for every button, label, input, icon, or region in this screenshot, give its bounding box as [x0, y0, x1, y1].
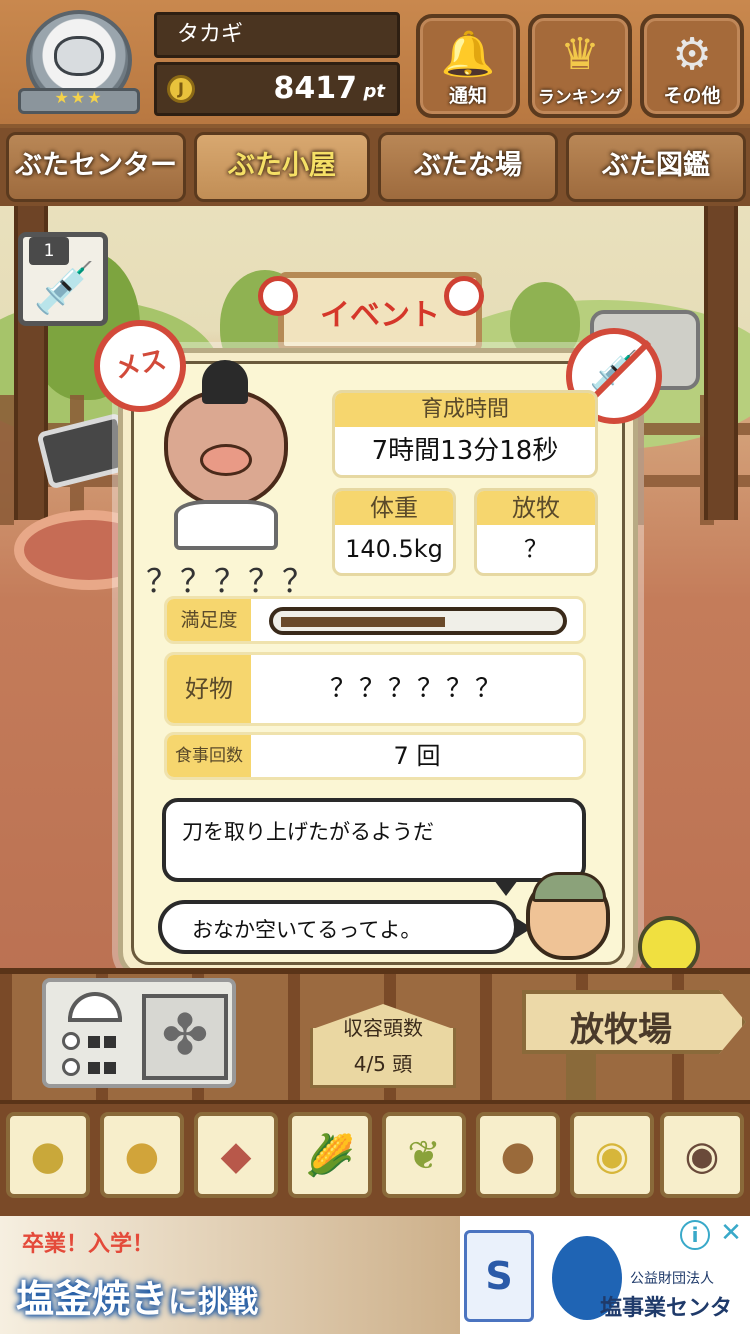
points-unit: pt [363, 81, 386, 102]
capacity-label: 収容頭数 [343, 1016, 423, 1040]
tab-pig-barn[interactable]: ぶた小屋 [194, 132, 370, 202]
knob-icon [62, 1032, 80, 1050]
mixed-grain-icon: ● [124, 1133, 160, 1179]
pig-collar [174, 500, 278, 550]
pig-snout [200, 444, 252, 476]
control-dials [58, 992, 134, 1080]
acorn-icon: ● [500, 1133, 536, 1179]
indicator-light [104, 1036, 116, 1048]
pig-face-icon [54, 36, 104, 76]
pig-comment-bubble: 刀を取り上げたがるようだ [162, 798, 586, 896]
weight-label: 体重 [335, 491, 453, 525]
food-slot[interactable]: ● [476, 1112, 560, 1198]
pasture-sign-label: 放牧場 [570, 1010, 672, 1050]
favorite-value: ？？？？？？ [329, 674, 504, 704]
tab-pig-plaza[interactable]: ぶたな場 [378, 132, 558, 202]
ad-info-icon[interactable]: i [680, 1220, 710, 1250]
points-value: 8417 [273, 71, 358, 106]
ad-headline: 塩釜焼きに挑戦 [16, 1268, 258, 1323]
meals-value: 7 回 [393, 742, 441, 770]
rose-decoration [444, 276, 484, 316]
meatball-plate-icon: ◉ [684, 1133, 720, 1179]
fan-icon: ✤ [142, 994, 228, 1080]
ranking-button[interactable]: ♛ ランキング [528, 14, 632, 118]
ranking-label: ランキング [537, 88, 623, 108]
food-slot[interactable]: ◆ [194, 1112, 278, 1198]
salt-pack-icon: S [464, 1230, 534, 1322]
grazing-field: 放牧 ？ [474, 488, 598, 576]
food-slot[interactable]: ❦ [382, 1112, 466, 1198]
crown-icon: ♛ [560, 29, 600, 80]
notification-label: 通知 [448, 85, 487, 107]
indicator-light [88, 1036, 100, 1048]
grazing-value: ？ [524, 535, 548, 563]
satisfaction-label: 満足度 [167, 599, 251, 641]
grazing-label: 放牧 [477, 491, 595, 525]
food-slot[interactable]: ● [100, 1112, 184, 1198]
coin-icon: J [167, 75, 195, 103]
grain-plate-icon: ◉ [594, 1133, 630, 1179]
soybean-icon: ❦ [407, 1133, 441, 1179]
player-name: タカギ [154, 12, 400, 58]
barn-control-panel[interactable]: ✤ [42, 978, 236, 1088]
tab-pig-encyclopedia[interactable]: ぶた図鑑 [566, 132, 746, 202]
weight-value: 140.5kg [345, 535, 443, 563]
ad-close-icon[interactable]: ✕ [716, 1218, 746, 1248]
food-slot[interactable]: 🌽 [288, 1112, 372, 1198]
grain-pile-icon: ● [30, 1133, 66, 1179]
growth-time-label: 育成時間 [335, 393, 595, 427]
pasture-sign-button[interactable]: 放牧場 [522, 990, 746, 1054]
notification-button[interactable]: 🔔 通知 [416, 14, 520, 118]
pig-portrait [150, 360, 300, 550]
main-nav: ぶたセンター ぶた小屋 ぶたな場 ぶた図鑑 [0, 128, 750, 206]
sweet-potato-icon: ◆ [220, 1133, 252, 1179]
growth-time-value: 7時間13分18秒 [371, 436, 559, 466]
meals-label: 食事回数 [167, 735, 251, 777]
weight-field: 体重 140.5kg [332, 488, 456, 576]
satisfaction-fill [281, 617, 445, 627]
farmer-speech-bubble: おなか空いてるってよ。 [158, 900, 532, 954]
food-slot[interactable]: ◉ [570, 1112, 654, 1198]
fence-post [704, 200, 738, 520]
item-slot[interactable]: 1 💉 [18, 232, 108, 326]
knob-icon [62, 1058, 80, 1076]
corn-icon: 🌽 [305, 1133, 355, 1179]
tab-pig-center[interactable]: ぶたセンター [6, 132, 186, 202]
food-bar: ● ● ◆ 🌽 ❦ ● ◉ ◉ [0, 1100, 750, 1216]
top-header: ★★★ タカギ J 8417 pt 🔔 通知 ♛ ランキング ⚙ その他 [0, 0, 750, 130]
ad-org-name: 塩事業センター [600, 1296, 733, 1334]
favorite-row: 好物 ？？？？？？ [164, 652, 586, 726]
favorite-label: 好物 [167, 655, 251, 723]
food-slot[interactable]: ◉ [660, 1112, 744, 1198]
satisfaction-row: 満足度 [164, 596, 586, 644]
player-avatar[interactable]: ★★★ [18, 10, 140, 118]
gear-icon: ⚙ [672, 29, 712, 80]
indicator-light [88, 1062, 100, 1074]
bell-icon: 🔔 [440, 29, 496, 80]
rose-decoration [258, 276, 298, 316]
ad-org-small: 公益財団法人 [630, 1271, 714, 1287]
rank-stars: ★★★ [54, 88, 104, 107]
ad-banner[interactable]: 卒業！入学！ 塩釜焼きに挑戦 S 公益財団法人 塩事業センター i ✕ [0, 1216, 750, 1334]
syringe-icon: 💉 [33, 259, 96, 317]
satisfaction-bar [269, 607, 567, 635]
capacity-value: 4/5 頭 [353, 1052, 413, 1076]
growth-time-field: 育成時間 7時間13分18秒 [332, 390, 598, 478]
pig-hat [202, 360, 248, 404]
ad-headline-sub: に挑戦 [168, 1285, 259, 1320]
ad-headline-main: 塩釜焼き [16, 1277, 169, 1321]
farmer-avatar [526, 872, 610, 960]
points-display: J 8417 pt [154, 62, 400, 116]
gauge-icon [68, 992, 122, 1022]
other-label: その他 [663, 85, 721, 107]
capacity-sign: 収容頭数 4/5 頭 [310, 1004, 456, 1088]
food-slot[interactable]: ● [6, 1112, 90, 1198]
farmer-cap [532, 872, 606, 902]
meals-row: 食事回数 7 回 [164, 732, 586, 780]
other-button[interactable]: ⚙ その他 [640, 14, 744, 118]
ad-tagline: 卒業！入学！ [22, 1232, 155, 1257]
indicator-light [104, 1062, 116, 1074]
